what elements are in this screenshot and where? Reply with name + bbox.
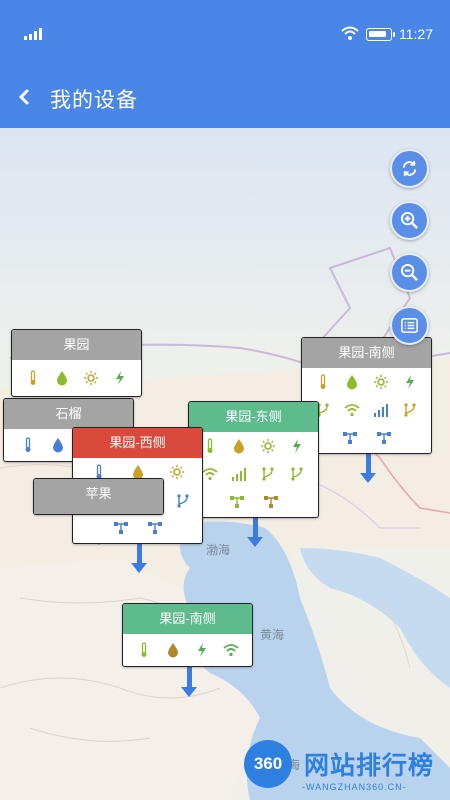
device-name: 苹果 <box>34 479 163 514</box>
network-node-icon <box>113 522 128 534</box>
zoom-in-button[interactable] <box>390 201 429 240</box>
sun-icon <box>169 465 184 479</box>
device-card[interactable]: 苹果 <box>33 478 164 515</box>
status-bar: 11:27 <box>0 24 450 46</box>
watermark-logo: 360 <box>244 740 292 788</box>
wifi-icon <box>202 468 218 481</box>
map-pin[interactable] <box>360 453 376 483</box>
refresh-icon <box>402 160 417 177</box>
watermark-url: -WANGZHAN360.CN- <box>302 782 407 792</box>
network-node-icon <box>229 496 244 508</box>
refresh-button[interactable] <box>390 149 429 188</box>
thermometer-icon <box>25 437 31 452</box>
zoom-in-icon <box>400 211 418 229</box>
network-node-icon <box>342 432 357 444</box>
device-name: 果园-南侧 <box>123 604 252 634</box>
fork-icon <box>291 467 303 481</box>
wifi-icon <box>341 26 359 40</box>
lightning-icon <box>406 375 415 389</box>
sun-icon <box>84 371 99 385</box>
lightning-icon <box>293 439 302 453</box>
thermometer-icon <box>320 374 326 389</box>
lightning-icon <box>116 371 125 385</box>
thermometer-icon <box>207 438 213 453</box>
lightning-icon <box>198 643 207 657</box>
sun-icon <box>261 439 276 453</box>
fork-icon <box>262 467 274 481</box>
zoom-out-button[interactable] <box>390 253 429 292</box>
thermometer-icon <box>30 370 36 385</box>
water-drop-icon <box>167 643 178 658</box>
wifi-icon <box>223 644 239 657</box>
map-pin[interactable] <box>181 667 197 697</box>
device-card[interactable]: 果园-东侧 <box>188 401 319 518</box>
watermark: 360 网站排行榜 -WANGZHAN360.CN- <box>240 740 450 800</box>
network-node-icon <box>376 432 391 444</box>
map-pin[interactable] <box>247 517 263 547</box>
signal-icon <box>24 28 44 40</box>
sun-icon <box>374 375 389 389</box>
wifi-icon <box>344 404 360 417</box>
device-name: 果园-西侧 <box>73 428 202 458</box>
device-name: 石榴 <box>4 399 133 429</box>
device-card[interactable]: 果园 <box>11 329 142 397</box>
water-drop-icon <box>53 438 63 453</box>
water-drop-icon <box>56 371 67 386</box>
network-node-icon <box>147 522 162 534</box>
device-card[interactable]: 果园-南侧 <box>122 603 253 667</box>
map-pin[interactable] <box>131 543 147 573</box>
fork-icon <box>404 403 416 417</box>
map-label-bohai: 渤海 <box>206 543 231 557</box>
signal-bars-icon <box>231 468 246 481</box>
battery-icon <box>366 28 395 41</box>
list-icon <box>401 318 418 333</box>
app-header: 11:27 我的设备 <box>0 0 450 128</box>
water-drop-icon <box>346 375 357 390</box>
thermometer-icon <box>141 642 147 657</box>
device-name: 果园 <box>12 330 141 360</box>
device-card[interactable]: 果园-南侧 <box>301 337 432 454</box>
device-name: 果园-东侧 <box>189 402 318 432</box>
network-node-icon <box>263 496 278 508</box>
watermark-name: 网站排行榜 <box>304 752 435 780</box>
fork-icon <box>177 494 189 508</box>
page-title: 我的设备 <box>50 89 138 112</box>
map-label-huanghai: 黄海 <box>260 628 285 642</box>
status-time: 11:27 <box>399 26 433 42</box>
signal-bars-icon <box>374 404 389 417</box>
zoom-out-icon <box>400 263 418 281</box>
device-list-button[interactable] <box>390 306 429 345</box>
back-icon[interactable] <box>14 84 36 110</box>
water-drop-icon <box>233 439 244 454</box>
